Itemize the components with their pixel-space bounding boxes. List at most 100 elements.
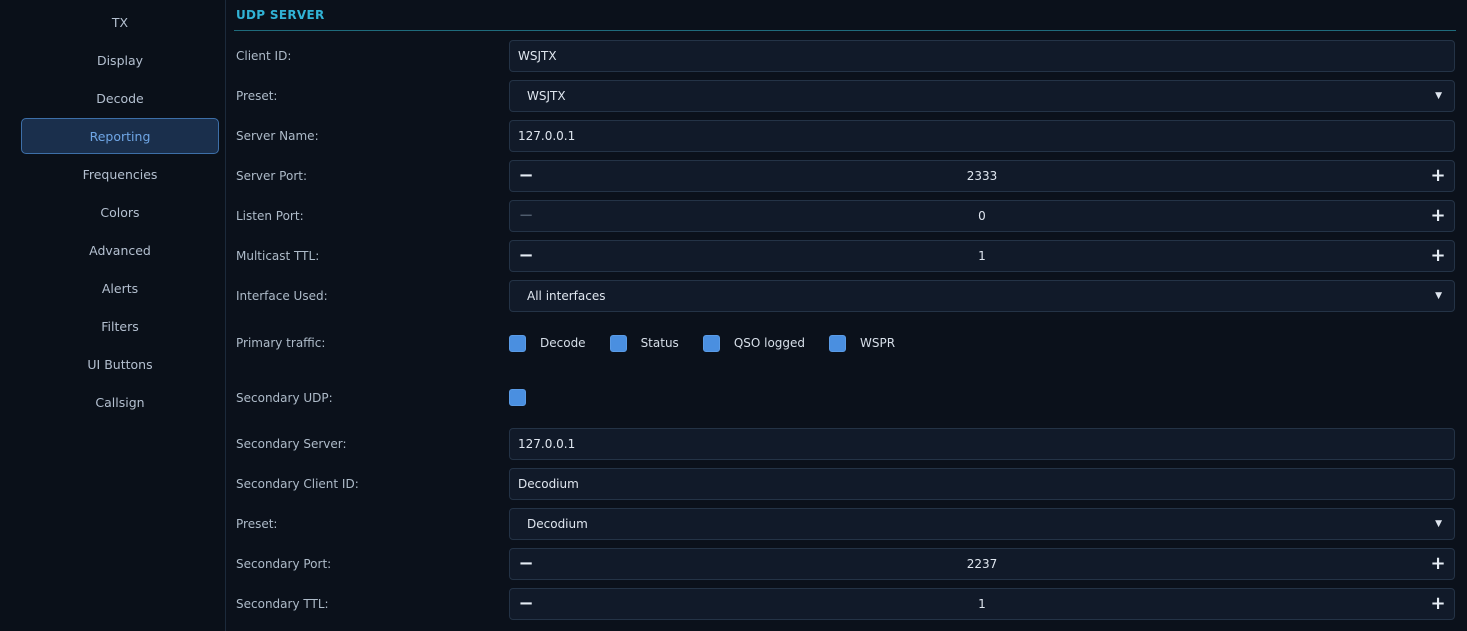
chevron-down-icon: ▼ <box>1435 91 1442 101</box>
primary-traffic-options: Decode Status QSO logged WSPR <box>509 327 919 359</box>
minus-icon[interactable]: − <box>512 589 540 619</box>
sidebar-item-alerts[interactable]: Alerts <box>21 270 219 306</box>
sidebar-item-advanced[interactable]: Advanced <box>21 232 219 268</box>
secondary-ttl-label: Secondary TTL: <box>236 597 329 611</box>
client-id-row: Client ID: WSJTX <box>226 40 1467 72</box>
sidebar-item-label: Filters <box>101 318 139 334</box>
decode-option[interactable]: Decode <box>509 334 586 352</box>
status-option[interactable]: Status <box>609 334 679 352</box>
chevron-down-icon: ▼ <box>1435 291 1442 301</box>
sidebar-item-label: Display <box>96 52 144 68</box>
interface-used-label: Interface Used: <box>236 289 328 303</box>
sidebar-item-ui-buttons[interactable]: UI Buttons <box>21 346 219 382</box>
secondary-preset-value: Decodium <box>527 517 588 531</box>
wspr-checkbox[interactable] <box>829 334 847 352</box>
sidebar-item-label: Reporting <box>89 128 151 144</box>
plus-icon[interactable]: + <box>1424 241 1452 271</box>
secondary-server-label: Secondary Server: <box>236 437 347 451</box>
server-name-label: Server Name: <box>236 129 319 143</box>
sidebar-item-label: Decode <box>96 90 144 106</box>
plus-icon[interactable]: + <box>1424 201 1452 231</box>
settings-window: TX Display Decode Reporting Frequencies … <box>0 0 1467 631</box>
sidebar-item-display[interactable]: Display <box>21 42 219 78</box>
qso-logged-checkbox[interactable] <box>702 334 720 352</box>
secondary-client-id-label: Secondary Client ID: <box>236 477 359 491</box>
sidebar-item-colors[interactable]: Colors <box>21 194 219 230</box>
listen-port-label: Listen Port: <box>236 209 304 223</box>
listen-port-row: Listen Port: − 0 + <box>226 200 1467 232</box>
decode-checkbox[interactable] <box>509 334 526 352</box>
secondary-udp-checkbox[interactable] <box>509 389 526 406</box>
server-port-value[interactable]: 2333 <box>540 161 1424 191</box>
secondary-preset-select[interactable]: Decodium ▼ <box>509 508 1455 540</box>
minus-icon[interactable]: − <box>512 549 540 579</box>
server-port-label: Server Port: <box>236 169 307 183</box>
sidebar-item-filters[interactable]: Filters <box>21 308 219 344</box>
secondary-client-id-row: Secondary Client ID: Decodium <box>226 468 1467 500</box>
server-port-row: Server Port: − 2333 + <box>226 160 1467 192</box>
interface-used-select[interactable]: All interfaces ▼ <box>509 280 1455 312</box>
secondary-port-value[interactable]: 2237 <box>540 549 1424 579</box>
qso-logged-option[interactable]: QSO logged <box>702 334 806 352</box>
secondary-server-input[interactable]: 127.0.0.1 <box>509 428 1455 460</box>
sidebar-item-reporting[interactable]: Reporting <box>21 118 219 154</box>
interface-used-row: Interface Used: All interfaces ▼ <box>226 280 1467 312</box>
sidebar-item-label: Advanced <box>89 242 151 258</box>
minus-icon[interactable]: − <box>512 241 540 271</box>
chevron-down-icon: ▼ <box>1435 519 1442 529</box>
secondary-preset-label: Preset: <box>236 517 278 531</box>
server-name-input[interactable]: 127.0.0.1 <box>509 120 1455 152</box>
settings-sidebar: TX Display Decode Reporting Frequencies … <box>0 0 226 631</box>
multicast-ttl-stepper: − 1 + <box>509 240 1455 272</box>
minus-icon[interactable]: − <box>512 161 540 191</box>
client-id-input[interactable]: WSJTX <box>509 40 1455 72</box>
minus-icon[interactable]: − <box>512 201 540 231</box>
sidebar-item-decode[interactable]: Decode <box>21 80 219 116</box>
plus-icon[interactable]: + <box>1424 549 1452 579</box>
qso-logged-option-label: QSO logged <box>733 336 806 350</box>
sidebar-item-label: Callsign <box>95 394 145 410</box>
preset-select[interactable]: WSJTX ▼ <box>509 80 1455 112</box>
multicast-ttl-label: Multicast TTL: <box>236 249 320 263</box>
server-name-value: 127.0.0.1 <box>518 129 576 143</box>
secondary-server-value: 127.0.0.1 <box>518 437 576 451</box>
server-name-row: Server Name: 127.0.0.1 <box>226 120 1467 152</box>
multicast-ttl-value[interactable]: 1 <box>540 241 1424 271</box>
status-option-label: Status <box>640 336 679 350</box>
secondary-client-id-value: Decodium <box>518 477 579 491</box>
multicast-ttl-row: Multicast TTL: − 1 + <box>226 240 1467 272</box>
preset-label: Preset: <box>236 89 278 103</box>
secondary-client-id-input[interactable]: Decodium <box>509 468 1455 500</box>
secondary-port-label: Secondary Port: <box>236 557 332 571</box>
udp-server-panel: UDP SERVER Client ID: WSJTX Preset: WSJT… <box>226 0 1467 631</box>
secondary-ttl-value[interactable]: 1 <box>540 589 1424 619</box>
preset-row: Preset: WSJTX ▼ <box>226 80 1467 112</box>
decode-option-label: Decode <box>540 336 586 350</box>
secondary-udp-row: Secondary UDP: <box>226 382 1467 414</box>
plus-icon[interactable]: + <box>1424 161 1452 191</box>
status-checkbox[interactable] <box>609 334 627 352</box>
sidebar-item-label: Colors <box>100 204 140 220</box>
secondary-udp-label: Secondary UDP: <box>236 391 333 405</box>
secondary-ttl-row: Secondary TTL: − 1 + <box>226 588 1467 620</box>
secondary-port-row: Secondary Port: − 2237 + <box>226 548 1467 580</box>
sidebar-item-label: UI Buttons <box>87 356 153 372</box>
listen-port-value[interactable]: 0 <box>540 201 1424 231</box>
sidebar-item-label: TX <box>111 14 129 30</box>
interface-used-value: All interfaces <box>527 289 606 303</box>
secondary-preset-row: Preset: Decodium ▼ <box>226 508 1467 540</box>
sidebar-item-label: Alerts <box>101 280 139 296</box>
sidebar-item-callsign[interactable]: Callsign <box>21 384 219 420</box>
listen-port-stepper: − 0 + <box>509 200 1455 232</box>
sidebar-item-frequencies[interactable]: Frequencies <box>21 156 219 192</box>
plus-icon[interactable]: + <box>1424 589 1452 619</box>
secondary-server-row: Secondary Server: 127.0.0.1 <box>226 428 1467 460</box>
sidebar-item-tx[interactable]: TX <box>21 4 219 40</box>
section-title: UDP SERVER <box>236 8 325 22</box>
sidebar-item-label: Frequencies <box>82 166 158 182</box>
wspr-option-label: WSPR <box>860 336 896 350</box>
preset-value: WSJTX <box>527 89 566 103</box>
server-port-stepper: − 2333 + <box>509 160 1455 192</box>
wspr-option[interactable]: WSPR <box>829 334 896 352</box>
client-id-value: WSJTX <box>518 49 557 63</box>
